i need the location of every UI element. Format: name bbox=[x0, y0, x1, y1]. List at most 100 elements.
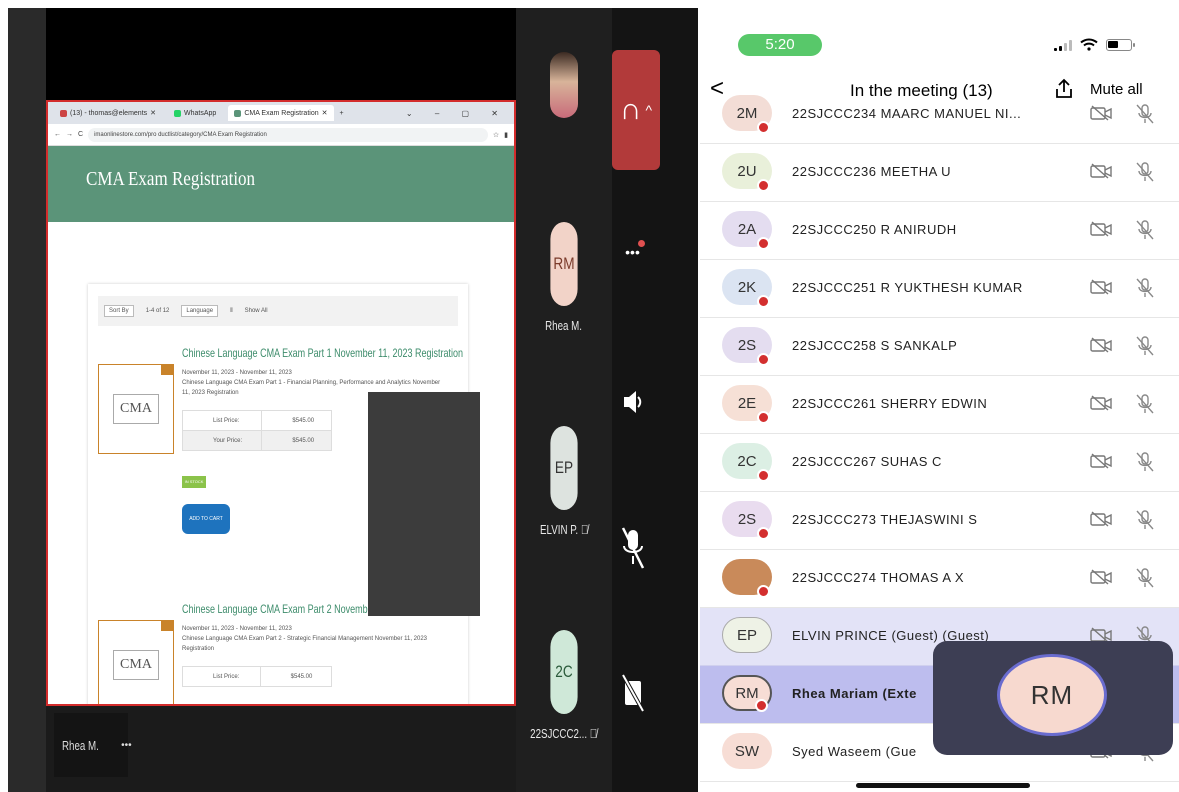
stock-badge: IN STOCK bbox=[182, 476, 206, 488]
camera-off-icon[interactable] bbox=[1090, 395, 1112, 411]
gmail-icon bbox=[60, 109, 67, 117]
grid-view-icon[interactable]: ⫴ bbox=[230, 308, 233, 315]
camera-off-icon[interactable] bbox=[1090, 511, 1112, 527]
camera-off-icon[interactable] bbox=[1090, 163, 1112, 179]
list-price: $545.00 bbox=[259, 666, 333, 687]
mic-off-icon[interactable] bbox=[1134, 277, 1156, 299]
mic-off-icon[interactable] bbox=[1134, 335, 1156, 357]
screenshot-root: (13) - thomas@elements ✕ WhatsApp CMA Ex… bbox=[0, 0, 1179, 792]
participant-row[interactable]: 2S 22SJCCC258 S SANKALP bbox=[700, 318, 1179, 376]
tile-label: 22SJCCC2... bbox=[530, 726, 588, 741]
participant-row[interactable]: 2M 22SJCCC234 MAARC MANUEL NI... bbox=[700, 86, 1179, 144]
participant-name: 22SJCCC250 R ANIRUDH bbox=[792, 222, 957, 237]
cma-logo: CMA bbox=[113, 394, 159, 424]
self-name: Rhea M. bbox=[62, 737, 99, 753]
cma-favicon-icon bbox=[234, 109, 242, 117]
avatar-initials: 2M bbox=[736, 104, 758, 122]
video-off-icon bbox=[621, 674, 645, 712]
self-name-tag[interactable]: Rhea M. ••• bbox=[54, 713, 132, 777]
mic-off-icon[interactable] bbox=[1134, 103, 1156, 125]
extensions-icon[interactable]: ▮ bbox=[504, 131, 508, 139]
product-title[interactable]: Chinese Language CMA Exam Part 2 Novembe… bbox=[182, 602, 463, 616]
participant-row[interactable]: 2S 22SJCCC273 THEJASWINI S bbox=[700, 492, 1179, 550]
product-title[interactable]: Chinese Language CMA Exam Part 1 Novembe… bbox=[182, 346, 463, 360]
thumbnail-tag bbox=[161, 621, 173, 631]
video-toggle-button[interactable] bbox=[590, 668, 676, 718]
product-dates: November 11, 2023 - November 11, 2023 bbox=[182, 626, 292, 632]
reload-icon[interactable]: C bbox=[78, 131, 83, 138]
participant-photo bbox=[550, 52, 578, 118]
mic-off-icon[interactable] bbox=[1134, 393, 1156, 415]
phone-screen: 5:20 < In the meeting (13) Mute all 2M 22… bbox=[700, 8, 1179, 792]
browser-address-bar: ← → C imaonlinestore.com/pro ductlist/ca… bbox=[48, 124, 514, 146]
camera-off-icon[interactable] bbox=[1090, 279, 1112, 295]
tile-name: 22SJCCC2... 🎙̸ bbox=[531, 726, 598, 741]
participant-row[interactable]: 2C 22SJCCC267 SUHAS C bbox=[700, 434, 1179, 492]
product-thumbnail[interactable]: CMA bbox=[98, 364, 174, 454]
avatar-initials: 2U bbox=[737, 162, 757, 180]
camera-off-icon[interactable] bbox=[1090, 569, 1112, 585]
participant-row[interactable]: 2K 22SJCCC251 R YUKTHESH KUMAR bbox=[700, 260, 1179, 318]
mic-off-icon[interactable] bbox=[1134, 509, 1156, 531]
new-tab-icon[interactable]: + bbox=[340, 110, 344, 117]
thumbnail-tag bbox=[161, 365, 173, 375]
picture-in-picture-video[interactable]: RM bbox=[933, 641, 1173, 755]
mic-muted-icon: 🎙̸ bbox=[580, 522, 589, 537]
show-all-link[interactable]: Show All bbox=[245, 308, 268, 314]
camera-off-icon[interactable] bbox=[1090, 105, 1112, 121]
avatar-initials: 2S bbox=[737, 336, 757, 354]
more-options-button[interactable]: ••• bbox=[592, 232, 678, 272]
url-field[interactable]: imaonlinestore.com/pro ductlist/category… bbox=[88, 127, 488, 142]
avatar-initials: EP bbox=[736, 626, 757, 644]
back-arrow-icon[interactable]: ← bbox=[54, 131, 61, 138]
stage-top-area bbox=[46, 8, 516, 100]
mic-muted-icon bbox=[621, 527, 645, 569]
language-select[interactable]: Language bbox=[181, 305, 219, 317]
price-table: List Price: $545.00 Your Price: $545.00 bbox=[181, 410, 332, 451]
participant-row[interactable]: 2A 22SJCCC250 R ANIRUDH bbox=[700, 202, 1179, 260]
participant-name: 22SJCCC267 SUHAS C bbox=[792, 454, 942, 469]
camera-off-icon[interactable] bbox=[1090, 221, 1112, 237]
mic-off-icon[interactable] bbox=[1134, 219, 1156, 241]
mic-off-icon[interactable] bbox=[1134, 567, 1156, 589]
home-indicator[interactable] bbox=[856, 783, 1030, 788]
participant-row[interactable]: 2E 22SJCCC261 SHERRY EDWIN bbox=[700, 376, 1179, 434]
sort-select[interactable]: Sort By bbox=[104, 305, 134, 317]
forward-arrow-icon[interactable]: → bbox=[66, 131, 73, 138]
list-price: $545.00 bbox=[261, 410, 332, 431]
avatar: EP bbox=[550, 426, 578, 510]
mic-off-icon[interactable] bbox=[1134, 451, 1156, 473]
more-dots-icon[interactable]: ••• bbox=[121, 740, 132, 751]
product-toolbar: Sort By 1-4 of 12 Language ⫴ Show All bbox=[98, 296, 458, 326]
camera-off-icon[interactable] bbox=[1090, 453, 1112, 469]
mic-muted-icon: 🎙̸ bbox=[590, 726, 598, 741]
add-to-cart-button[interactable]: ADD TO CART bbox=[182, 504, 230, 534]
camera-control-button[interactable]: ∩ ^ bbox=[612, 50, 660, 170]
participant-name: Rhea Mariam (Exte bbox=[792, 686, 917, 701]
whatsapp-icon bbox=[174, 109, 182, 117]
mic-off-icon[interactable] bbox=[1134, 161, 1156, 183]
status-time: 5:20 bbox=[738, 34, 822, 56]
tile-elvin[interactable]: EP ELVIN P. 🎙̸ bbox=[516, 426, 612, 537]
status-dot bbox=[757, 411, 770, 424]
participant-row[interactable]: 2U 22SJCCC236 MEETHA U bbox=[700, 144, 1179, 202]
browser-tab-3[interactable]: CMA Exam Registration ✕ bbox=[228, 105, 334, 121]
browser-tab-1[interactable]: (13) - thomas@elements ✕ bbox=[54, 105, 162, 121]
avatar-initials: RM bbox=[735, 684, 759, 702]
camera-icon: ∩ bbox=[619, 93, 642, 126]
speaker-button[interactable] bbox=[590, 382, 676, 422]
mic-toggle-button[interactable] bbox=[590, 522, 676, 572]
camera-off-icon[interactable] bbox=[1090, 337, 1112, 353]
browser-tab-2[interactable]: WhatsApp bbox=[168, 105, 222, 121]
chevron-up-icon[interactable]: ^ bbox=[646, 102, 653, 118]
star-icon[interactable]: ☆ bbox=[493, 131, 499, 139]
tab-label: CMA Exam Registration bbox=[244, 109, 319, 117]
wifi-icon bbox=[1080, 38, 1098, 51]
participant-avatar: RM bbox=[722, 675, 772, 712]
avatar-initials: 2E bbox=[737, 394, 757, 412]
window-controls[interactable]: ⌄ – ▢ ✕ bbox=[406, 109, 514, 118]
participant-row[interactable]: 22SJCCC274 THOMAS A X bbox=[700, 550, 1179, 608]
product-thumbnail[interactable]: CMA bbox=[98, 620, 174, 704]
meeting-controls: ∩ ^ ••• bbox=[612, 8, 698, 792]
participant-avatar: 2K bbox=[722, 269, 772, 308]
